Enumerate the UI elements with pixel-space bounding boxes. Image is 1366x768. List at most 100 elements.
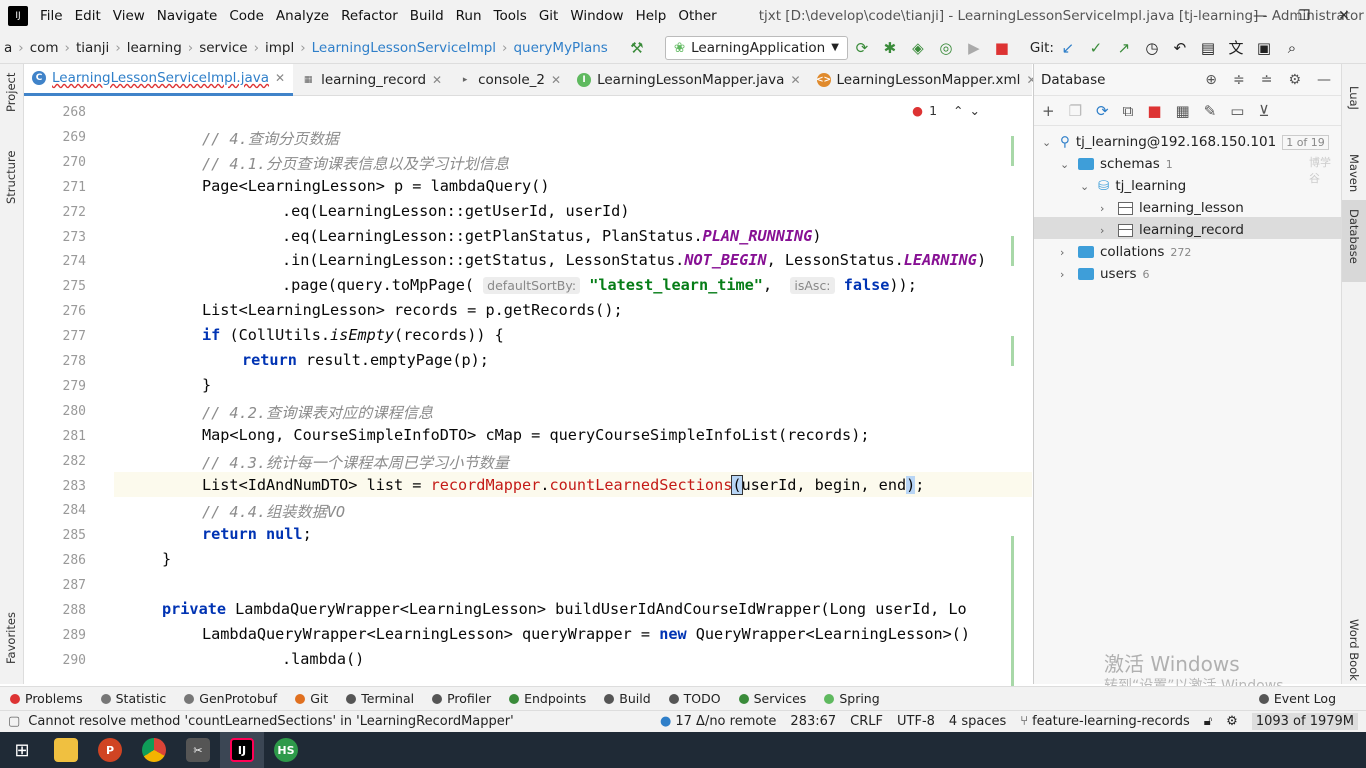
hide-panel-icon[interactable]: — [1317,72,1331,88]
tree-node-users[interactable]: › users 6 [1060,266,1149,282]
tree-node-table[interactable]: › learning_lesson [1100,200,1244,216]
structure-tool-tab[interactable]: Structure [4,151,18,205]
tool-window-button[interactable]: Terminal [336,691,422,706]
git-update-icon[interactable]: ↙ [1057,37,1079,59]
menu-item[interactable]: Git [533,8,565,24]
menu-item[interactable]: Help [630,8,673,24]
stop-icon[interactable]: ■ [1147,102,1161,120]
tool-window-button[interactable]: Spring [814,691,887,706]
menu-item[interactable]: View [107,8,151,24]
database-tool-tab[interactable]: Database [1347,209,1361,264]
tool-window-button[interactable]: Event Log [1249,691,1366,706]
tool-window-button[interactable]: Build [594,691,658,706]
menu-item[interactable]: Tools [488,8,533,24]
chrome-icon[interactable] [132,732,176,768]
presentation-icon[interactable]: ▣ [1253,37,1275,59]
tool-window-button[interactable]: Endpoints [499,691,594,706]
favorites-tool-tab[interactable]: Favorites [4,612,18,664]
table-editor-icon[interactable]: ▦ [1176,102,1190,120]
memory-indicator[interactable]: 1093 of 1979M [1251,713,1358,730]
tree-node-schemas[interactable]: ⌄ schemas 1 [1060,156,1173,172]
minimize-icon[interactable]: — [1238,0,1282,32]
word-book-tool-tab[interactable]: Word Book [1347,619,1361,681]
collapse-all-icon[interactable]: ≐ [1261,72,1273,88]
settings-gear-icon[interactable]: ⚙ [1288,72,1301,88]
translate-icon[interactable]: 文 [1225,37,1247,59]
tree-node-collations[interactable]: › collations 272 [1060,244,1191,260]
stop-icon[interactable]: ■ [991,37,1013,59]
close-tab-icon[interactable]: ✕ [275,71,285,85]
git-sync-status[interactable]: ● 17 Δ/no remote [660,714,776,729]
git-commit-icon[interactable]: ✓ [1085,37,1107,59]
tool-window-button[interactable]: GenProtobuf [174,691,285,706]
git-branch[interactable]: ⑂ feature-learning-records [1020,714,1189,729]
editor-tab[interactable]: <> LearningLessonMapper.xml ✕ [809,64,1045,96]
editor-tab[interactable]: ▸ console_2 ✕ [450,64,569,96]
close-tab-icon[interactable]: ✕ [551,73,561,87]
run-icon[interactable]: ▶ [963,37,985,59]
indent-setting[interactable]: 4 spaces [949,714,1006,729]
next-highlight-icon[interactable]: ⌄ [970,103,980,118]
debug-icon[interactable]: ✱ [879,37,901,59]
close-window-icon[interactable]: ✕ [1322,0,1366,32]
windows-start-icon[interactable]: ⊞ [0,732,44,768]
menu-item[interactable]: Edit [69,8,107,24]
breadcrumb-item[interactable]: tianji [72,40,113,56]
hs-app-icon[interactable]: HS [264,732,308,768]
filter-icon[interactable]: ⊻ [1258,102,1269,120]
hammer-build-icon[interactable]: ⚒ [626,37,648,59]
breadcrumb-item[interactable]: learning [123,40,186,56]
tree-node-connection[interactable]: ⌄ ⚲ tj_learning@192.168.150.101 1 of 19 [1042,134,1329,150]
rerun-icon[interactable]: ⟳ [851,37,873,59]
caret-position[interactable]: 283:67 [790,714,836,729]
intellij-taskbar-icon[interactable]: IJ [220,732,264,768]
coverage-icon[interactable]: ◈ [907,37,929,59]
breadcrumb-item[interactable]: com [26,40,63,56]
edit-icon[interactable]: ✎ [1204,102,1217,120]
profile-icon[interactable]: ◎ [935,37,957,59]
maximize-icon[interactable]: ❐ [1282,0,1326,32]
tool-window-button[interactable]: TODO [659,691,729,706]
menu-item[interactable]: File [34,8,69,24]
status-indicator-icon[interactable]: ▢ [8,714,20,729]
menu-item[interactable]: Window [564,8,629,24]
rollback-icon[interactable]: ↶ [1169,37,1191,59]
lock-icon[interactable]: 🔓︎ [1204,714,1212,729]
close-tab-icon[interactable]: ✕ [432,73,442,87]
breadcrumb-item[interactable]: service [195,40,251,56]
line-separator[interactable]: CRLF [850,714,883,729]
menu-item[interactable]: Build [404,8,450,24]
tool-window-button[interactable]: Profiler [422,691,499,706]
tool-window-button[interactable]: Statistic [91,691,175,706]
breadcrumb-item[interactable]: queryMyPlans [509,40,611,56]
luaj-tool-tab[interactable]: LuaJ [1347,86,1361,110]
tree-node-table[interactable]: › learning_record [1100,222,1244,238]
editor-tab[interactable]: I LearningLessonMapper.java ✕ [569,64,808,96]
menu-item[interactable]: Run [450,8,488,24]
schema-diff-icon[interactable]: ⧉ [1123,102,1134,120]
menu-item[interactable]: Other [672,8,722,24]
breadcrumb-item[interactable]: impl [261,40,298,56]
refresh-icon[interactable]: ⟳ [1096,102,1109,120]
tool-window-button[interactable]: Git [285,691,336,706]
file-explorer-icon[interactable] [44,732,88,768]
run-config-select[interactable]: ❀ LearningApplication ▼ [664,35,848,60]
editor-tab[interactable]: C LearningLessonServiceImpl.java ✕ [24,63,294,96]
project-tool-tab[interactable]: Project [4,73,18,112]
tool-window-button[interactable]: Problems [0,691,91,706]
code-editor[interactable]: 268 269 270 271 272 273 274 275 276 277 278 279 280 2… [24,96,1032,686]
tree-node-schema[interactable]: ⌄ ⛁ tj_learning [1080,178,1186,194]
expand-all-icon[interactable]: ≑ [1233,72,1245,88]
menu-item[interactable]: Code [223,8,270,24]
prev-highlight-icon[interactable]: ⌃ [953,103,963,118]
close-tab-icon[interactable]: ✕ [790,73,800,87]
git-push-icon[interactable]: ↗ [1113,37,1135,59]
console-icon[interactable]: ▭ [1230,102,1244,120]
menu-item[interactable]: Navigate [151,8,224,24]
breadcrumb-item[interactable]: LearningLessonServiceImpl [308,40,500,56]
file-encoding[interactable]: UTF-8 [897,714,935,729]
menu-item[interactable]: Analyze [270,8,335,24]
add-icon[interactable]: + [1042,102,1055,120]
tool-window-button[interactable]: Services [729,691,815,706]
powerpoint-icon[interactable]: P [88,732,132,768]
